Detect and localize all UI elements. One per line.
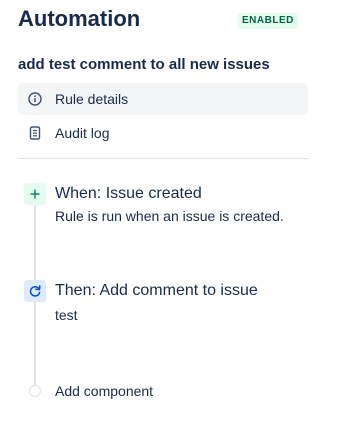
- plus-icon: [30, 189, 40, 199]
- document-icon: [28, 126, 42, 140]
- add-component-dot[interactable]: [29, 385, 41, 397]
- refresh-icon: [29, 285, 41, 297]
- add-component-button[interactable]: Add component: [55, 382, 153, 400]
- nav-item-rule-details[interactable]: Rule details: [18, 83, 308, 115]
- trigger-step-icon[interactable]: [24, 183, 46, 205]
- page-title: Automation: [18, 6, 141, 31]
- action-step-icon[interactable]: [24, 280, 46, 302]
- trigger-step-title[interactable]: When: Issue created: [55, 183, 202, 205]
- trigger-step-description: Rule is run when an issue is created.: [55, 208, 284, 224]
- info-icon: [28, 92, 42, 106]
- nav-item-label: Rule details: [55, 91, 129, 107]
- action-step-title[interactable]: Then: Add comment to issue: [55, 280, 258, 302]
- nav-item-audit-log[interactable]: Audit log: [18, 117, 308, 149]
- rule-name: add test comment to all new issues: [18, 56, 270, 73]
- divider: [18, 158, 308, 159]
- nav-item-label: Audit log: [55, 125, 110, 141]
- action-step-description: test: [55, 307, 78, 323]
- status-badge: ENABLED: [238, 13, 298, 29]
- header: Automation ENABLED: [18, 4, 318, 34]
